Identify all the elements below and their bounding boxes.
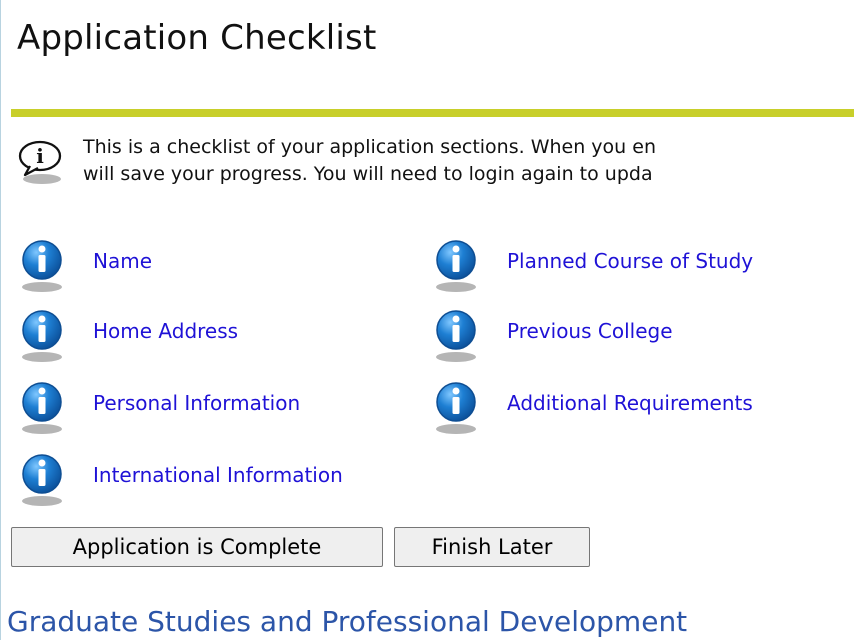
checklist-link-additional-requirements[interactable]: Additional Requirements [507, 391, 753, 415]
info-icon [436, 240, 476, 292]
department-heading: Graduate Studies and Professional Develo… [7, 605, 688, 638]
checklist-link-home-address[interactable]: Home Address [93, 319, 238, 343]
info-icon [22, 454, 62, 506]
application-checklist-page: Application Checklist i This is a checkl… [0, 0, 854, 640]
checklist-link-international-information[interactable]: International Information [93, 463, 343, 487]
speech-bubble-icon: i [18, 140, 62, 184]
finish-later-button[interactable]: Finish Later [394, 527, 590, 567]
checklist-link-name[interactable]: Name [93, 249, 152, 273]
instructions-line-2: will save your progress. You will need t… [83, 163, 653, 185]
checklist-link-personal-information[interactable]: Personal Information [93, 391, 300, 415]
info-icon [22, 240, 62, 292]
page-title: Application Checklist [17, 18, 377, 58]
info-icon [436, 382, 476, 434]
info-icon [22, 382, 62, 434]
info-icon [436, 310, 476, 362]
checklist-link-planned-course-of-study[interactable]: Planned Course of Study [507, 249, 753, 273]
application-complete-button[interactable]: Application is Complete [11, 527, 383, 567]
info-icon [22, 310, 62, 362]
checklist-link-previous-college[interactable]: Previous College [507, 319, 673, 343]
svg-text:i: i [36, 144, 44, 168]
instructions-panel: i This is a checklist of your applicatio… [15, 134, 854, 194]
instructions-line-1: This is a checklist of your application … [83, 136, 656, 158]
instructions-text: This is a checklist of your application … [83, 134, 656, 188]
title-divider [11, 109, 854, 117]
